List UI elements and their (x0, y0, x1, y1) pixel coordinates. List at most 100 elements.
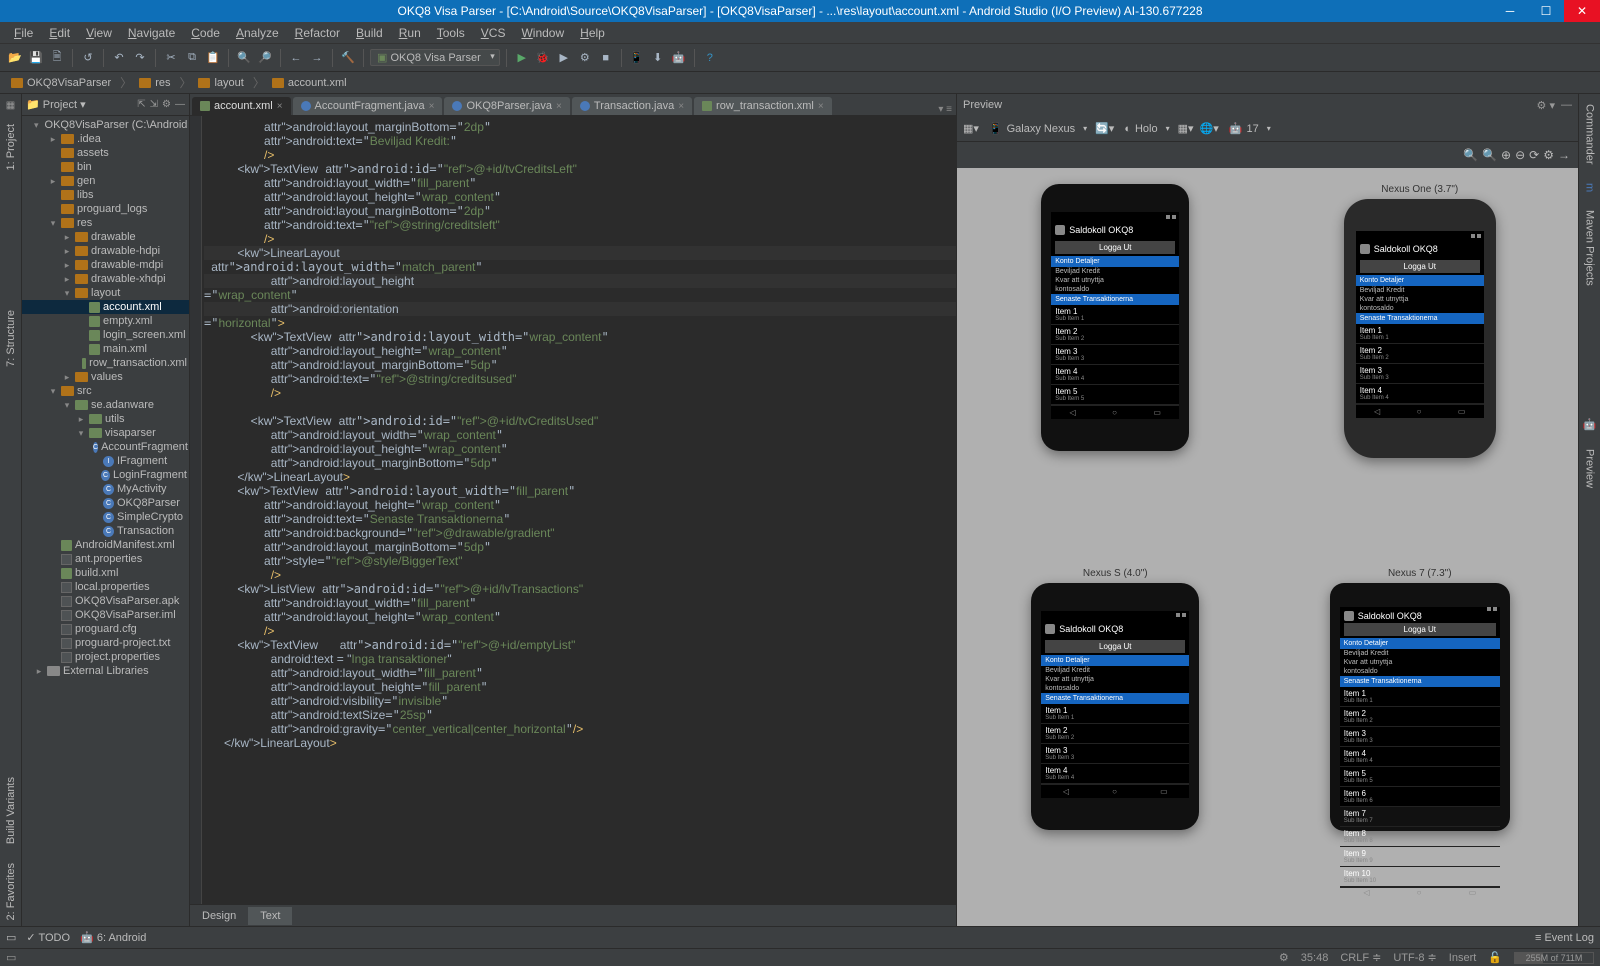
tree-node[interactable]: build.xml (22, 566, 189, 580)
sdk-manager-icon[interactable]: ⬇ (649, 49, 667, 67)
tree-node[interactable]: ▾se.adanware (22, 398, 189, 412)
line-separator[interactable]: CRLF ≑ (1340, 951, 1381, 964)
undo-icon[interactable]: ↶ (110, 49, 128, 67)
tree-node[interactable]: local.properties (22, 580, 189, 594)
copy-icon[interactable]: ⧉ (183, 49, 201, 67)
encoding[interactable]: UTF-8 ≑ (1393, 951, 1436, 964)
project-tool-tab[interactable]: 1: Project (3, 118, 19, 176)
editor-tab[interactable]: OKQ8Parser.java× (444, 97, 569, 115)
back-icon[interactable]: ← (287, 49, 305, 67)
tree-node[interactable]: ▸gen (22, 174, 189, 188)
tree-node[interactable]: ▸drawable (22, 230, 189, 244)
todo-tab[interactable]: ✓ TODO (26, 931, 70, 944)
tree-node[interactable]: ▾visaparser (22, 426, 189, 440)
text-tab[interactable]: Text (248, 907, 292, 925)
breadcrumb-item[interactable]: res (132, 75, 179, 91)
zoom-in-icon[interactable]: ⊕ (1501, 148, 1511, 162)
locale-icon[interactable]: 🌐▾ (1200, 122, 1219, 135)
menu-navigate[interactable]: Navigate (120, 24, 183, 42)
gear-icon[interactable]: ⚙ (162, 99, 171, 110)
tree-node[interactable]: ▸utils (22, 412, 189, 426)
tree-root[interactable]: ▾OKQ8VisaParser (C:\Android (22, 118, 189, 132)
hide-preview-icon[interactable]: ― (1561, 99, 1572, 111)
jump-to-source-icon[interactable]: → (1558, 148, 1570, 162)
paste-icon[interactable]: 📋 (204, 49, 222, 67)
make-icon[interactable]: 🔨 (339, 49, 357, 67)
avd-manager-icon[interactable]: 📱 (628, 49, 646, 67)
code-editor[interactable]: attr">android:layout_marginBottom="2dp" … (190, 116, 956, 904)
tree-node[interactable]: row_transaction.xml (22, 356, 189, 370)
debug-icon[interactable]: 🐞 (534, 49, 552, 67)
run-attached-icon[interactable]: ▶ (555, 49, 573, 67)
open-icon[interactable]: 📂 (6, 49, 24, 67)
tree-node[interactable]: COKQ8Parser (22, 496, 189, 510)
preview-tab-icon[interactable]: 🤖 (1581, 412, 1598, 437)
api-combo[interactable]: 🤖17 (1225, 120, 1273, 137)
attach-debugger-icon[interactable]: ⚙ (576, 49, 594, 67)
find-icon[interactable]: 🔍 (235, 49, 253, 67)
external-libraries[interactable]: ▸External Libraries (22, 664, 189, 678)
settings-icon[interactable]: ⚙ (1543, 148, 1554, 162)
project-tool-icon[interactable]: ▦ (4, 98, 18, 112)
collapse-all-icon[interactable]: ⇲ (150, 99, 158, 110)
tree-node[interactable]: main.xml (22, 342, 189, 356)
tree-node[interactable]: ▸values (22, 370, 189, 384)
tree-node[interactable]: ▾res (22, 216, 189, 230)
tree-node[interactable]: CMyActivity (22, 482, 189, 496)
preview-tab[interactable]: Preview (1582, 443, 1598, 494)
breadcrumb-item[interactable]: account.xml (265, 75, 356, 91)
android-tab[interactable]: 🤖 6: Android (80, 931, 146, 944)
lock-icon[interactable]: 🔓 (1488, 951, 1502, 964)
tree-node[interactable]: project.properties (22, 650, 189, 664)
tree-node[interactable]: CTransaction (22, 524, 189, 538)
redo-icon[interactable]: ↷ (131, 49, 149, 67)
menu-window[interactable]: Window (513, 24, 572, 42)
favorites-tool-tab[interactable]: 2: Favorites (3, 857, 19, 926)
tree-node[interactable]: assets (22, 146, 189, 160)
monitor-icon[interactable]: 🤖 (670, 49, 688, 67)
tab-list-icon[interactable]: ▾ ≡ (938, 104, 952, 115)
project-tree[interactable]: ▾OKQ8VisaParser (C:\Android ▸.ideaassets… (22, 116, 189, 926)
run-config-combo[interactable]: ▣ OKQ8 Visa Parser (370, 49, 500, 66)
tree-node[interactable]: IIFragment (22, 454, 189, 468)
refresh-icon[interactable]: ⟳ (1529, 148, 1539, 162)
scroll-from-source-icon[interactable]: ⇱ (137, 99, 145, 110)
breadcrumb-item[interactable]: OKQ8VisaParser (4, 75, 120, 91)
menu-build[interactable]: Build (348, 24, 391, 42)
tool-window-icon[interactable]: ▭ (6, 931, 16, 944)
tree-node[interactable]: proguard.cfg (22, 622, 189, 636)
editor-tab[interactable]: row_transaction.xml× (694, 97, 832, 115)
replace-icon[interactable]: 🔎 (256, 49, 274, 67)
menu-edit[interactable]: Edit (41, 24, 78, 42)
menu-tools[interactable]: Tools (429, 24, 473, 42)
tree-node[interactable]: bin (22, 160, 189, 174)
orientation-icon[interactable]: 🔄▾ (1095, 122, 1114, 135)
menu-code[interactable]: Code (183, 24, 228, 42)
tree-node[interactable]: ant.properties (22, 552, 189, 566)
cut-icon[interactable]: ✂ (162, 49, 180, 67)
processes-icon[interactable]: ⚙ (1279, 951, 1289, 964)
tree-node[interactable]: proguard-project.txt (22, 636, 189, 650)
menu-analyze[interactable]: Analyze (228, 24, 287, 42)
menu-vcs[interactable]: VCS (473, 24, 514, 42)
stop-icon[interactable]: ■ (597, 49, 615, 67)
build-variants-tab[interactable]: Build Variants (3, 771, 19, 850)
hide-panel-icon[interactable]: ― (175, 99, 185, 110)
memory-indicator[interactable]: 255M of 711M (1514, 952, 1594, 964)
device-combo[interactable]: 📱Galaxy Nexus (985, 120, 1089, 137)
maven-tab[interactable]: m (1582, 177, 1598, 198)
tree-node[interactable]: OKQ8VisaParser.iml (22, 608, 189, 622)
menu-run[interactable]: Run (391, 24, 429, 42)
commander-tab[interactable]: Commander (1582, 98, 1598, 171)
tree-node[interactable]: CSimpleCrypto (22, 510, 189, 524)
zoom-actual-icon[interactable]: 🔍 (1482, 148, 1497, 162)
tree-node[interactable]: ▾src (22, 384, 189, 398)
tree-node[interactable]: ▾layout (22, 286, 189, 300)
menu-refactor[interactable]: Refactor (287, 24, 348, 42)
tree-node[interactable]: login_screen.xml (22, 328, 189, 342)
window-close-button[interactable]: ✕ (1564, 0, 1600, 22)
tree-node[interactable]: ▸.idea (22, 132, 189, 146)
window-maximize-button[interactable]: ☐ (1528, 0, 1564, 22)
tree-node[interactable]: account.xml (22, 300, 189, 314)
tree-node[interactable]: ▸drawable-hdpi (22, 244, 189, 258)
